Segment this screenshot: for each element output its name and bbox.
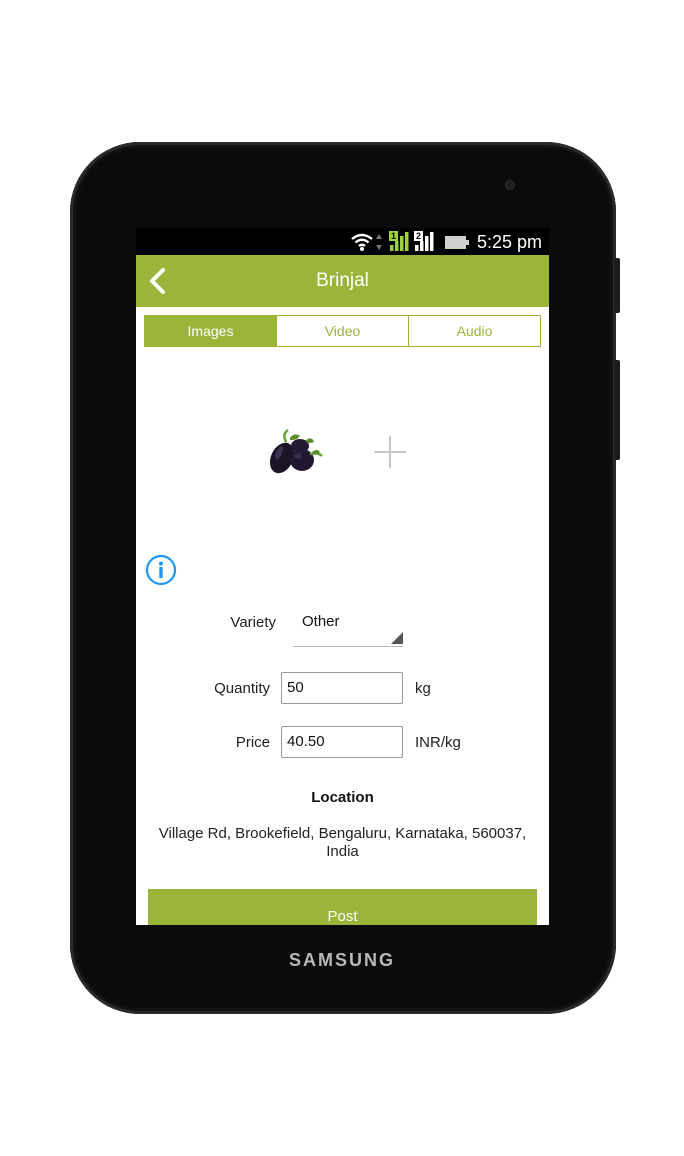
price-label: Price: [235, 734, 270, 751]
variety-label: Variety: [230, 614, 276, 631]
info-icon[interactable]: [145, 554, 177, 586]
add-image-plus-icon[interactable]: [372, 434, 408, 470]
location-heading: Location: [311, 789, 374, 806]
power-button: [614, 360, 620, 460]
data-arrows-icon: [376, 234, 382, 250]
price-input[interactable]: 40.50: [281, 726, 403, 758]
sim1-label: 1: [391, 231, 397, 241]
sim2-label: 2: [416, 231, 422, 241]
dropdown-triangle-icon: [391, 632, 403, 644]
price-unit: INR/kg: [415, 734, 461, 751]
media-tabs: Images Video Audio: [144, 315, 541, 347]
status-time: 5:25 pm: [476, 232, 542, 252]
location-address: Village Rd, Brookefield, Bengaluru, Karn…: [158, 825, 527, 860]
battery-icon: [445, 236, 469, 249]
tab-audio[interactable]: Audio: [408, 316, 540, 346]
app-bar: Brinjal: [136, 255, 549, 307]
tab-images[interactable]: Images: [145, 316, 276, 346]
wifi-icon: [351, 233, 373, 251]
variety-value: Other: [302, 613, 340, 630]
volume-button: [614, 258, 620, 313]
device-brand: SAMSUNG: [288, 950, 395, 970]
front-camera: [505, 180, 515, 190]
variety-select[interactable]: Other: [293, 606, 403, 647]
quantity-input[interactable]: 50: [281, 672, 403, 704]
tab-video[interactable]: Video: [276, 316, 408, 346]
brinjal-image[interactable]: [262, 426, 326, 478]
quantity-unit: kg: [415, 680, 431, 697]
post-button[interactable]: Post: [148, 889, 537, 925]
screen: 1 2 5:25 pm Brinjal Images Video Audio V…: [136, 228, 549, 925]
status-bar: 1 2 5:25 pm: [136, 228, 549, 255]
page-title: Brinjal: [316, 270, 369, 291]
quantity-label: Quantity: [214, 680, 270, 697]
